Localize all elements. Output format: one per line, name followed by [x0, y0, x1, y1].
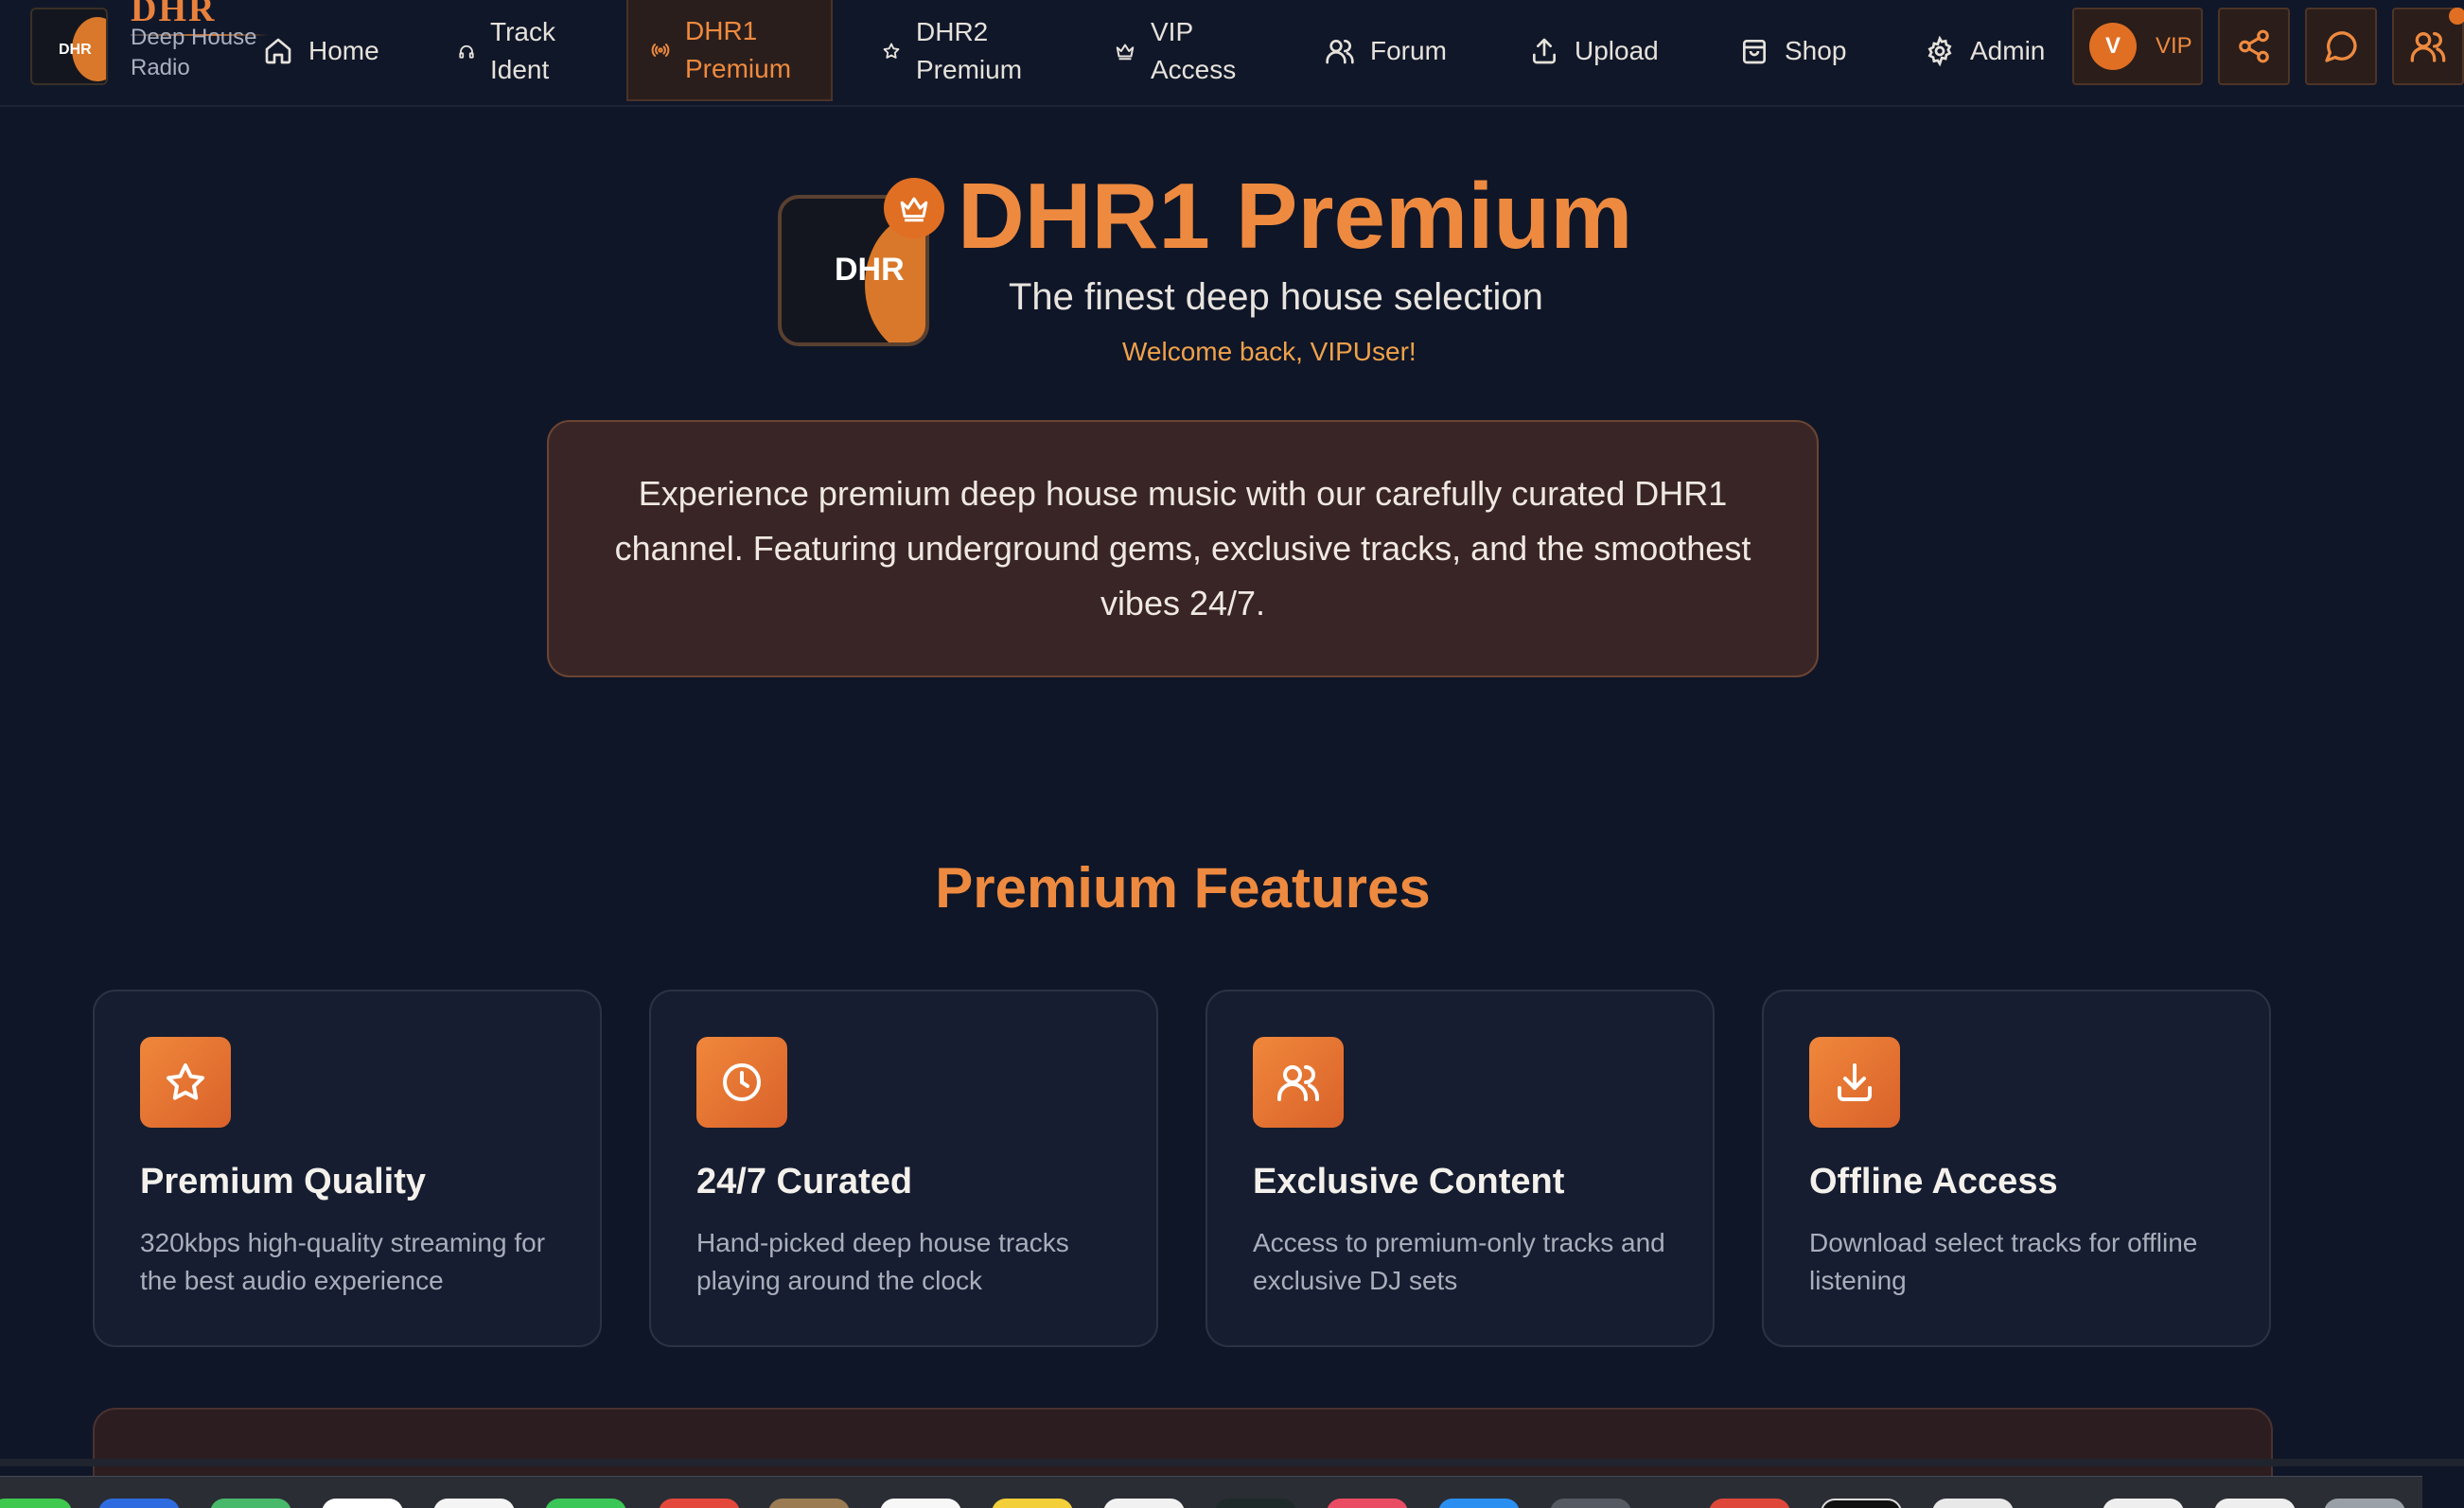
feature-title: 24/7 Curated: [696, 1162, 913, 1201]
dock-app-facetime[interactable]: [545, 1499, 626, 1508]
dock-app-chrome[interactable]: [1709, 1499, 1790, 1508]
shopping-bag-icon: [1743, 39, 1766, 63]
feature-icon-badge: [1253, 1037, 1344, 1128]
feature-description: Access to premium-only tracks and exclus…: [1253, 1228, 1665, 1295]
nav-home-label: Home: [308, 35, 379, 65]
dock-app-messages[interactable]: [0, 1499, 72, 1508]
dock-app-stocks[interactable]: [1215, 1499, 1296, 1508]
dock-app-reminders[interactable]: [880, 1499, 961, 1508]
feature-icon-badge: [1809, 1037, 1900, 1128]
users-icon: [2410, 32, 2446, 62]
bottom-overlay-strip: [0, 1459, 2464, 1466]
feature-card-premium-quality: Premium Quality 320kbps high-quality str…: [93, 990, 602, 1347]
dock-app-maps[interactable]: [210, 1499, 291, 1508]
dock-app-settings[interactable]: [1550, 1499, 1631, 1508]
features-heading: Premium Features: [935, 856, 1431, 920]
dock-app-terminal[interactable]: [1821, 1499, 1902, 1508]
download-icon: [1838, 1063, 1872, 1101]
nav-home[interactable]: Home: [263, 0, 379, 101]
nav-admin[interactable]: Admin: [1925, 0, 2045, 101]
avatar: V: [2089, 23, 2137, 70]
feature-card-offline-access: Offline Access Download select tracks fo…: [1762, 990, 2271, 1347]
dock-app-music[interactable]: [1327, 1499, 1408, 1508]
feature-title: Premium Quality: [140, 1162, 426, 1201]
home-icon: [265, 38, 291, 63]
dock-app-blue[interactable]: [98, 1499, 180, 1508]
vip-label: VIP: [2156, 33, 2192, 59]
dock-app-notes[interactable]: [992, 1499, 1073, 1508]
welcome-message: Welcome back, VIPUser!: [1122, 337, 1417, 366]
clock-icon: [723, 1063, 761, 1101]
nav-forum[interactable]: Forum: [1325, 0, 1447, 101]
channel-description: Experience premium deep house music with…: [547, 420, 1819, 677]
brand-subtitle: Deep House Radio: [131, 25, 257, 80]
upload-icon: [1533, 38, 1556, 63]
star-icon: [167, 1063, 204, 1100]
dock-app-textedit[interactable]: [1932, 1499, 2014, 1508]
nav-vip-access-label: VIP Access: [1151, 16, 1237, 84]
nav-admin-label: Admin: [1970, 35, 2046, 65]
dock-app-calendar[interactable]: [659, 1499, 740, 1508]
nav-vip-access[interactable]: VIP Access: [1115, 0, 1247, 101]
nav-shop[interactable]: Shop: [1739, 0, 1846, 101]
nav-upload[interactable]: Upload: [1529, 0, 1659, 101]
nav-dhr2-premium[interactable]: DHR2 Premium: [882, 0, 1052, 101]
premium-crown-badge: [884, 178, 944, 238]
feature-card-exclusive-content: Exclusive Content Access to premium-only…: [1206, 990, 1715, 1347]
radio-icon: [651, 43, 670, 57]
share-icon: [2239, 29, 2269, 63]
page-title: DHR1 Premium: [958, 164, 1633, 268]
top-nav: DHR DHR Deep House Radio Home Track Iden…: [0, 0, 2464, 107]
feature-icon-badge: [696, 1037, 787, 1128]
crown-icon: [900, 197, 928, 222]
nav-dhr1-premium[interactable]: DHR1 Premium: [626, 0, 833, 101]
dock-app-freeform[interactable]: [1103, 1499, 1185, 1508]
nav-track-ident-label: Track Ident: [490, 16, 555, 84]
crown-icon: [1116, 44, 1135, 60]
nav-shop-label: Shop: [1785, 35, 1847, 65]
star-icon: [883, 43, 900, 59]
channel-logo-text: DHR: [835, 252, 905, 288]
dock-app-safari[interactable]: [322, 1499, 403, 1508]
nav-forum-label: Forum: [1370, 35, 1447, 65]
dock-app-document-2[interactable]: [2214, 1499, 2296, 1508]
dock-app-appstore[interactable]: [1438, 1499, 1520, 1508]
users-button[interactable]: [2392, 8, 2464, 85]
feature-icon-badge: [140, 1037, 231, 1128]
dock-app-photos[interactable]: [433, 1499, 515, 1508]
notification-dot: [2449, 8, 2464, 25]
nav-upload-label: Upload: [1575, 35, 1659, 65]
logo-mark-text: DHR: [59, 42, 92, 58]
nav-dhr1-premium-label: DHR1 Premium: [685, 15, 792, 83]
chat-icon: [2325, 31, 2357, 62]
headphones-icon: [459, 44, 474, 59]
dock-app-trash[interactable]: [2324, 1499, 2405, 1508]
feature-title: Offline Access: [1809, 1162, 2058, 1201]
users-icon: [1277, 1065, 1319, 1101]
gear-icon: [1927, 35, 1952, 66]
channel-description-text: Experience premium deep house music with…: [614, 474, 1751, 622]
logo-image: DHR: [30, 8, 108, 85]
page-subtitle: The finest deep house selection: [1009, 276, 1543, 318]
dock-app-document-1[interactable]: [2103, 1499, 2184, 1508]
feature-description: Download select tracks for offline liste…: [1809, 1228, 2198, 1295]
chat-button[interactable]: [2305, 8, 2377, 85]
feature-description: Hand-picked deep house tracks playing ar…: [696, 1228, 1069, 1295]
users-icon: [1326, 39, 1354, 63]
feature-card-curated: 24/7 Curated Hand-picked deep house trac…: [649, 990, 1158, 1347]
feature-description: 320kbps high-quality streaming for the b…: [140, 1228, 546, 1295]
nav-track-ident[interactable]: Track Ident: [458, 0, 590, 101]
user-vip-badge[interactable]: V VIP: [2072, 8, 2203, 85]
dock-app-contacts[interactable]: [768, 1499, 850, 1508]
feature-title: Exclusive Content: [1253, 1162, 1565, 1201]
nav-dhr2-premium-label: DHR2 Premium: [916, 16, 1023, 84]
share-button[interactable]: [2218, 8, 2290, 85]
